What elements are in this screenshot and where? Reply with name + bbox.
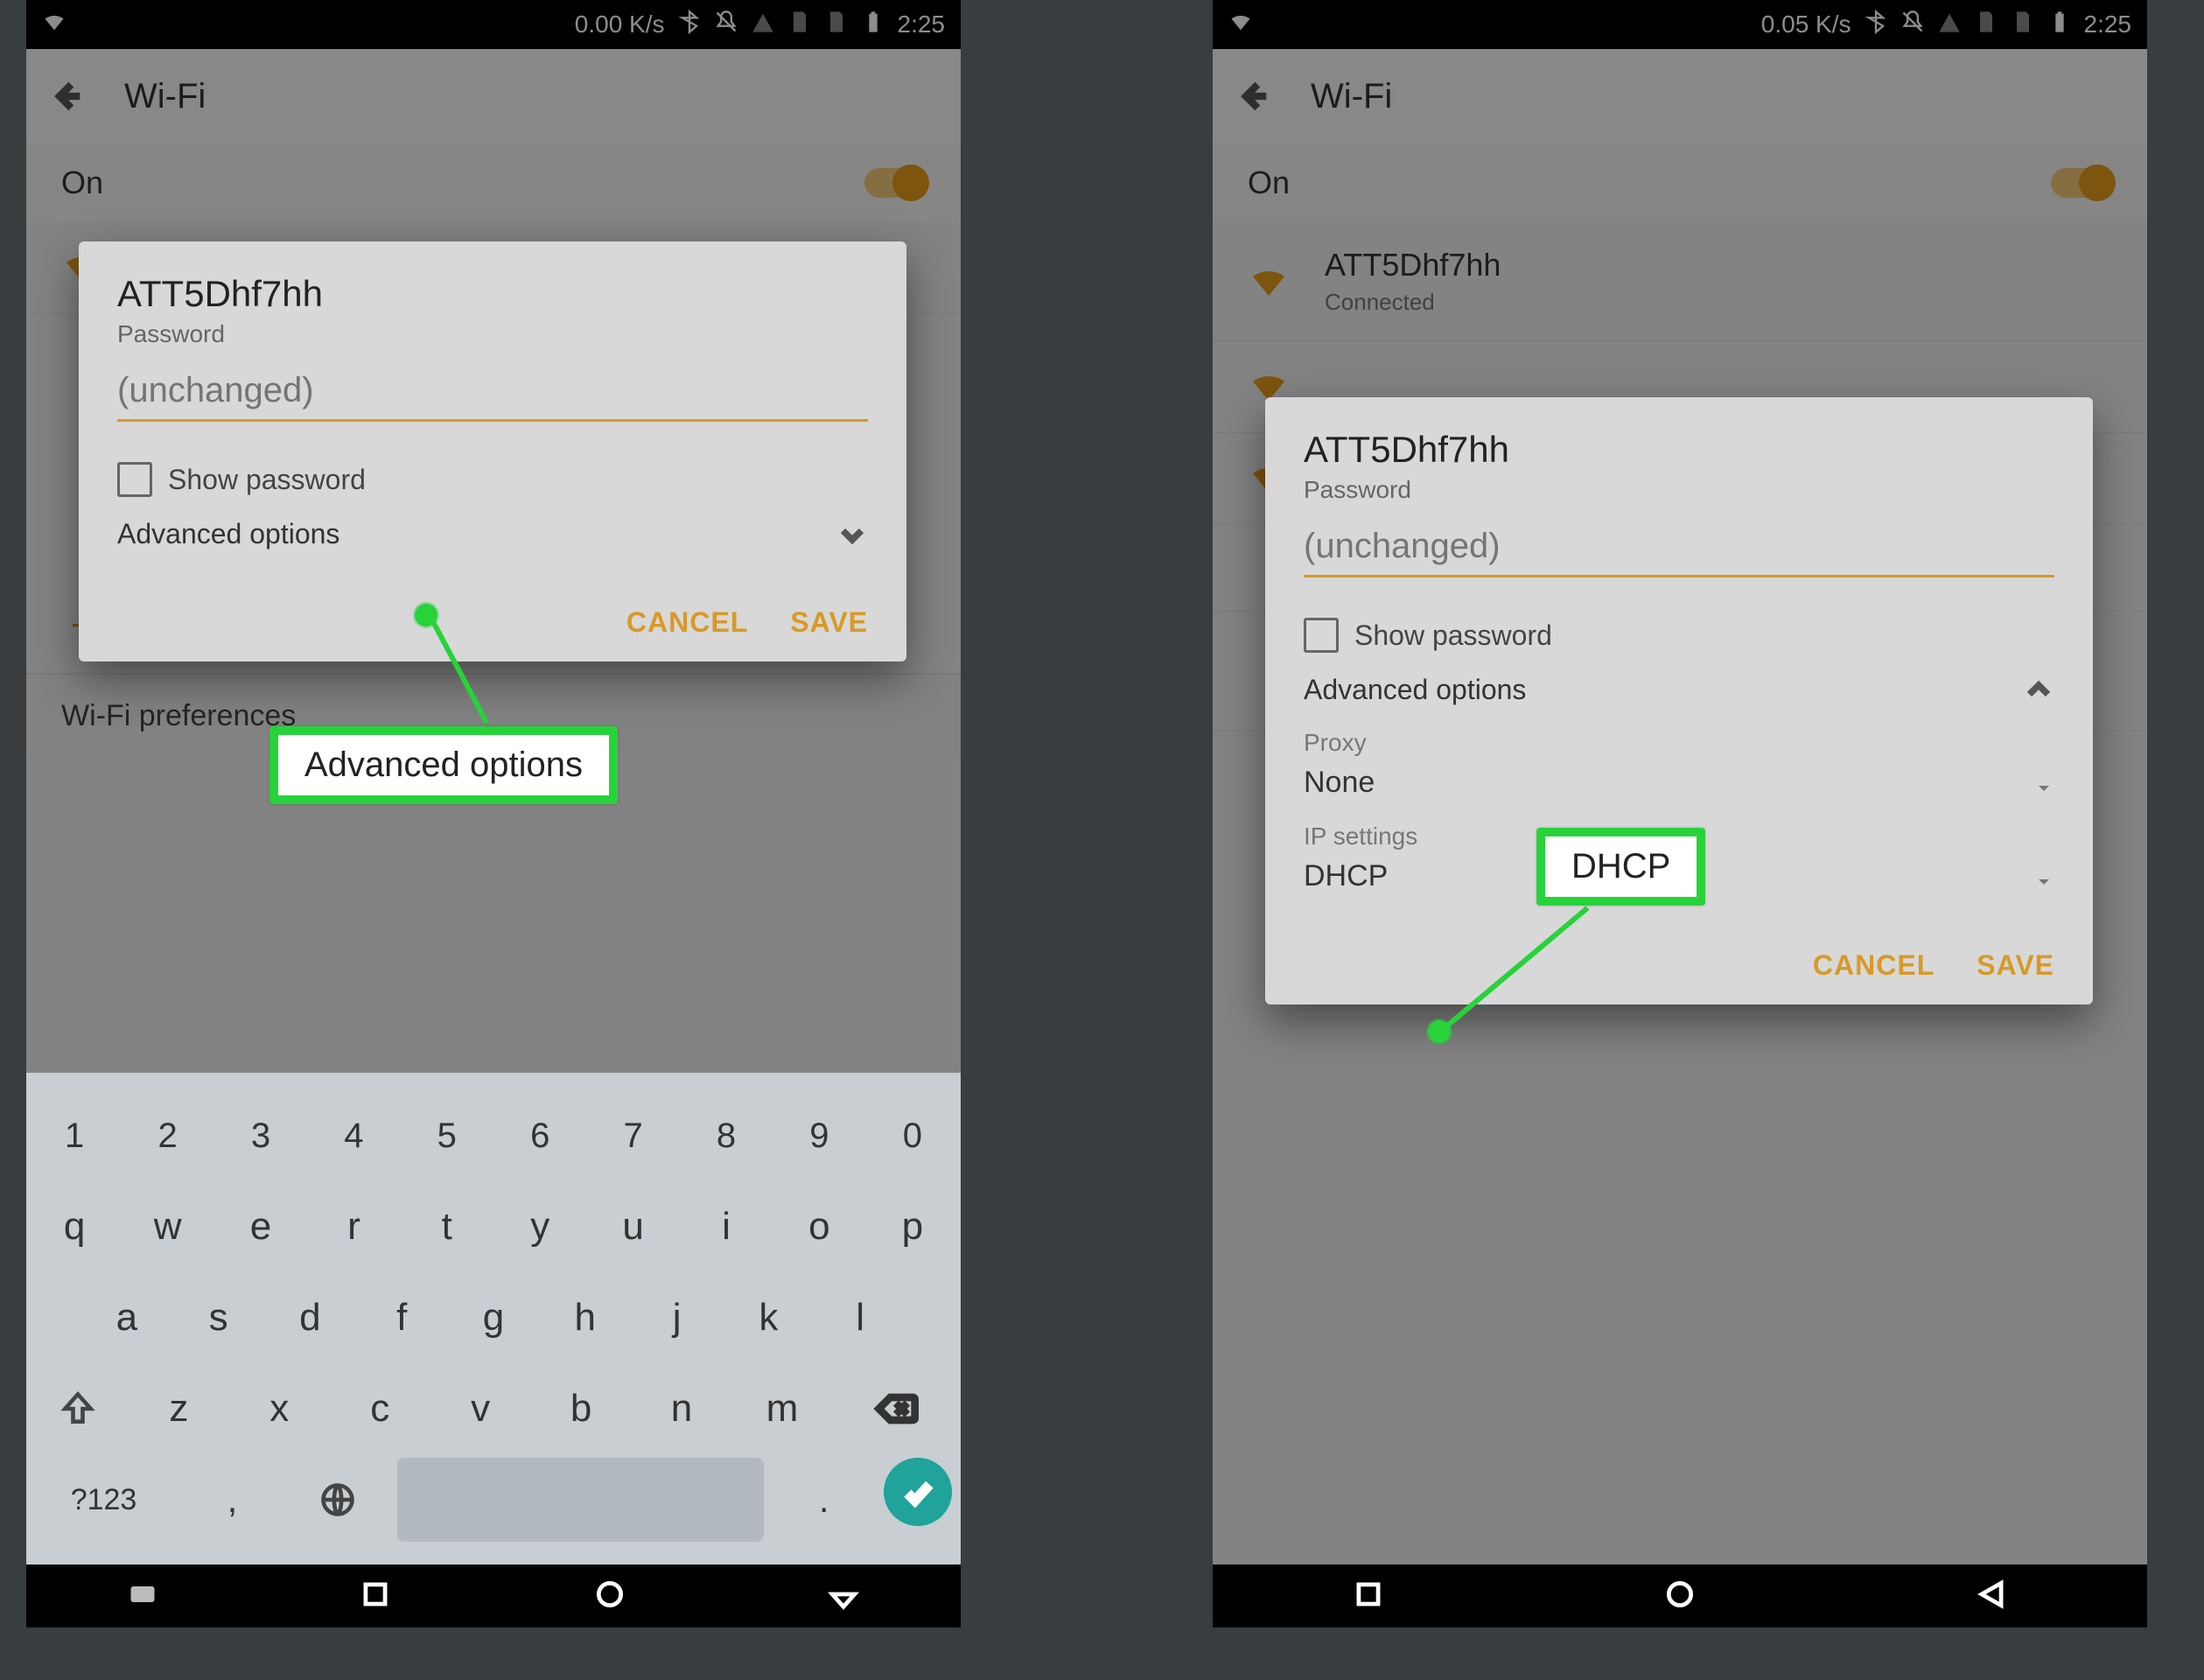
space-key[interactable] [397,1458,764,1542]
save-button[interactable]: SAVE [790,606,868,639]
show-password-checkbox[interactable] [117,462,152,497]
key-7[interactable]: 7 [593,1094,672,1178]
key-g[interactable]: g [455,1276,533,1360]
enter-key[interactable] [884,1458,952,1526]
key-z[interactable]: z [136,1367,222,1451]
key-8[interactable]: 8 [687,1094,766,1178]
key-6[interactable]: 6 [500,1094,579,1178]
key-5[interactable]: 5 [408,1094,486,1178]
save-button[interactable]: SAVE [1977,949,2054,982]
key-9[interactable]: 9 [780,1094,858,1178]
nav-back-icon[interactable] [1975,1578,2008,1615]
chevron-down-icon [836,519,868,550]
keyboard-indicator-icon[interactable] [127,1578,158,1614]
key-f[interactable]: f [363,1276,441,1360]
key-i[interactable]: i [687,1185,766,1269]
period-key[interactable]: . [778,1458,870,1542]
proxy-select[interactable]: None [1304,766,2054,800]
show-password-checkbox[interactable] [1304,618,1339,653]
key-w[interactable]: w [128,1185,206,1269]
nav-bar [26,1564,961,1628]
network-dialog: ATT5Dhf7hh Password Show password Advanc… [1265,397,2093,1004]
nav-recent-icon[interactable] [359,1578,392,1615]
dialog-ssid: ATT5Dhf7hh [1304,429,2054,471]
comma-key[interactable]: , [186,1458,278,1542]
dialog-ssid: ATT5Dhf7hh [117,273,868,315]
key-p[interactable]: p [873,1185,952,1269]
callout-dhcp: DHCP [1536,828,1705,906]
key-j[interactable]: j [638,1276,716,1360]
key-0[interactable]: 0 [873,1094,952,1178]
key-3[interactable]: 3 [221,1094,300,1178]
show-password-row[interactable]: Show password [117,462,868,497]
network-dialog: ATT5Dhf7hh Password Show password Advanc… [79,242,906,662]
key-4[interactable]: 4 [314,1094,393,1178]
key-y[interactable]: y [500,1185,579,1269]
advanced-options-row[interactable]: Advanced options [117,518,868,550]
key-1[interactable]: 1 [35,1094,114,1178]
key-o[interactable]: o [780,1185,858,1269]
cancel-button[interactable]: CANCEL [1813,949,1935,982]
key-r[interactable]: r [314,1185,393,1269]
advanced-options-label: Advanced options [117,518,339,550]
show-password-row[interactable]: Show password [1304,618,2054,653]
soft-keyboard[interactable]: 1234567890 qwertyuiop asdfghjkl zxcvbnm … [26,1073,961,1564]
key-k[interactable]: k [730,1276,808,1360]
screenshot-right: 0.05 K/s 2:25 Wi-Fi On ATT5Dhf7hh [1213,0,2147,1628]
key-h[interactable]: h [546,1276,624,1360]
proxy-value: None [1304,766,1375,800]
symnum-key[interactable]: ?123 [35,1458,172,1542]
show-password-label: Show password [168,464,366,496]
password-input[interactable] [117,366,868,422]
dropdown-icon [2033,773,2054,794]
key-e[interactable]: e [221,1185,300,1269]
password-label: Password [117,320,868,348]
password-label: Password [1304,476,2054,504]
nav-home-icon[interactable] [1663,1578,1697,1615]
key-l[interactable]: l [822,1276,899,1360]
key-u[interactable]: u [593,1185,672,1269]
show-password-label: Show password [1354,620,1552,652]
key-t[interactable]: t [408,1185,486,1269]
dropdown-icon [2033,866,2054,887]
globe-key[interactable] [292,1458,384,1542]
key-v[interactable]: v [437,1367,524,1451]
callout-advanced-options: Advanced options [269,726,618,804]
key-x[interactable]: x [236,1367,323,1451]
key-m[interactable]: m [738,1367,825,1451]
shift-key[interactable] [35,1367,122,1451]
nav-home-icon[interactable] [593,1578,626,1615]
chevron-up-icon [2023,675,2054,706]
advanced-options-label: Advanced options [1304,674,1526,706]
key-d[interactable]: d [271,1276,349,1360]
password-input[interactable] [1304,522,2054,578]
nav-back-icon[interactable] [827,1578,860,1615]
proxy-label: Proxy [1304,729,2054,757]
backspace-key[interactable] [839,1367,952,1451]
key-b[interactable]: b [538,1367,625,1451]
key-n[interactable]: n [639,1367,725,1451]
nav-bar [1213,1564,2147,1628]
nav-recent-icon[interactable] [1352,1578,1385,1615]
ip-settings-value: DHCP [1304,859,1388,893]
key-c[interactable]: c [337,1367,423,1451]
key-q[interactable]: q [35,1185,114,1269]
cancel-button[interactable]: CANCEL [626,606,748,639]
key-2[interactable]: 2 [128,1094,206,1178]
advanced-options-row[interactable]: Advanced options [1304,674,2054,706]
screenshot-left: 0.00 K/s 2:25 Wi-Fi On + [26,0,961,1628]
key-a[interactable]: a [87,1276,165,1360]
key-s[interactable]: s [179,1276,257,1360]
